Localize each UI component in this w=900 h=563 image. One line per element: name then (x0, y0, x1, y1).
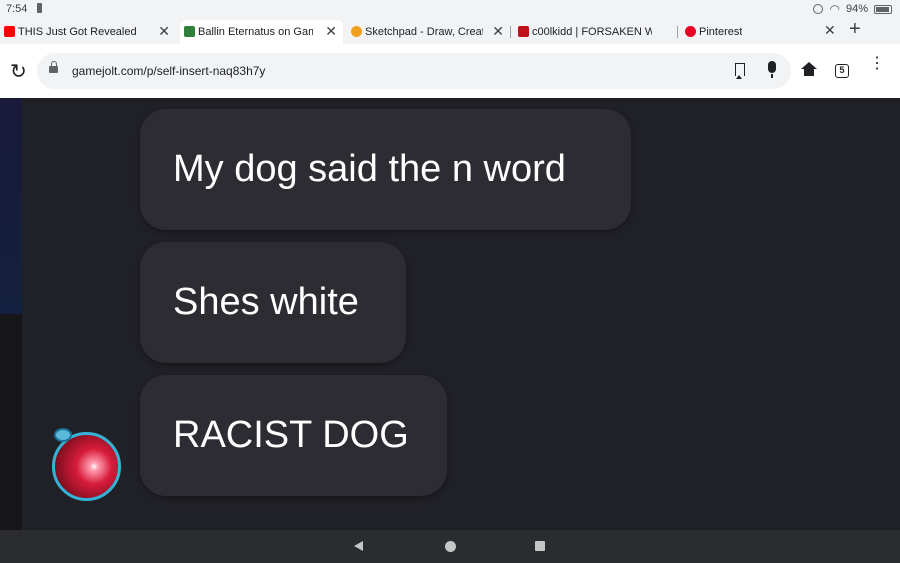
battery-percent: 94% (845, 3, 868, 15)
address-bar[interactable]: gamejolt.com/p/self-insert-naq83h7y (37, 53, 791, 89)
tab-title: Ballin Eternatus on Game Jo (198, 26, 313, 38)
tab-forsaken-wiki[interactable]: c00lkidd | FORSAKEN Wiki | (514, 20, 677, 44)
close-tab-icon[interactable]: ✕ (492, 23, 504, 40)
forsaken-wiki-icon (518, 26, 529, 37)
message-bubble: My dog said the n word (140, 109, 631, 230)
tab-title: Sketchpad - Draw, Create, Sh (365, 26, 483, 38)
tab-sketchpad[interactable]: Sketchpad - Draw, Create, Sh ✕ (347, 20, 510, 44)
status-bar: 7:54 ◠ 94% (0, 0, 900, 18)
battery-notification-icon (37, 3, 42, 13)
home-nav-icon[interactable] (445, 541, 456, 552)
tab-switcher-button[interactable]: 5 (835, 64, 849, 78)
new-tab-icon[interactable]: + (849, 18, 861, 41)
tab-title: c00lkidd | FORSAKEN Wiki | (532, 26, 652, 38)
tab-youtube[interactable]: THIS Just Got Revealed In D ✕ (0, 20, 176, 44)
message-text: Shes white (173, 281, 359, 323)
message-text: My dog said the n word (173, 148, 566, 190)
tab-title: THIS Just Got Revealed In D (18, 26, 138, 38)
message-bubble: RACIST DOG (140, 375, 447, 496)
close-tab-icon[interactable]: ✕ (824, 22, 836, 39)
message-bubble: Shes white (140, 242, 406, 363)
navigation-bar (0, 530, 900, 563)
page-content: My dog said the n word Shes white RACIST… (0, 98, 900, 530)
recents-icon[interactable] (535, 541, 545, 551)
wifi-icon: ◠ (829, 2, 840, 16)
status-time: 7:54 (6, 3, 28, 15)
youtube-icon (4, 26, 15, 37)
close-tab-icon[interactable]: ✕ (325, 23, 337, 40)
sketchpad-icon (351, 26, 362, 37)
avatar-badge-icon (54, 428, 72, 442)
alarm-icon (813, 4, 824, 14)
message-text: RACIST DOG (173, 414, 409, 456)
status-icons: ◠ 94% (813, 2, 892, 16)
avatar[interactable] (52, 432, 121, 501)
battery-icon (874, 4, 892, 14)
lock-icon[interactable] (49, 61, 58, 73)
browser-toolbar: ↻ gamejolt.com/p/self-insert-naq83h7y 5 … (0, 44, 900, 99)
tab-separator (510, 26, 511, 38)
bookmark-icon[interactable] (735, 63, 745, 79)
tab-strip: THIS Just Got Revealed In D ✕ Ballin Ete… (0, 18, 900, 44)
home-icon[interactable] (801, 62, 817, 76)
tab-separator (677, 26, 678, 38)
more-menu-icon[interactable]: ⋮ (869, 56, 885, 72)
back-icon[interactable] (354, 541, 363, 551)
pinterest-icon (685, 26, 696, 37)
tab-pinterest[interactable]: Pinterest (681, 20, 811, 44)
microphone-icon[interactable] (768, 61, 776, 78)
gamejolt-icon (184, 26, 195, 37)
url-text[interactable]: gamejolt.com/p/self-insert-naq83h7y (72, 64, 265, 78)
background-strip (0, 98, 22, 530)
tab-gamejolt[interactable]: Ballin Eternatus on Game Jo ✕ (180, 20, 343, 44)
close-tab-icon[interactable]: ✕ (158, 23, 170, 40)
reload-icon[interactable]: ↻ (10, 59, 27, 84)
tab-title: Pinterest (699, 26, 743, 38)
